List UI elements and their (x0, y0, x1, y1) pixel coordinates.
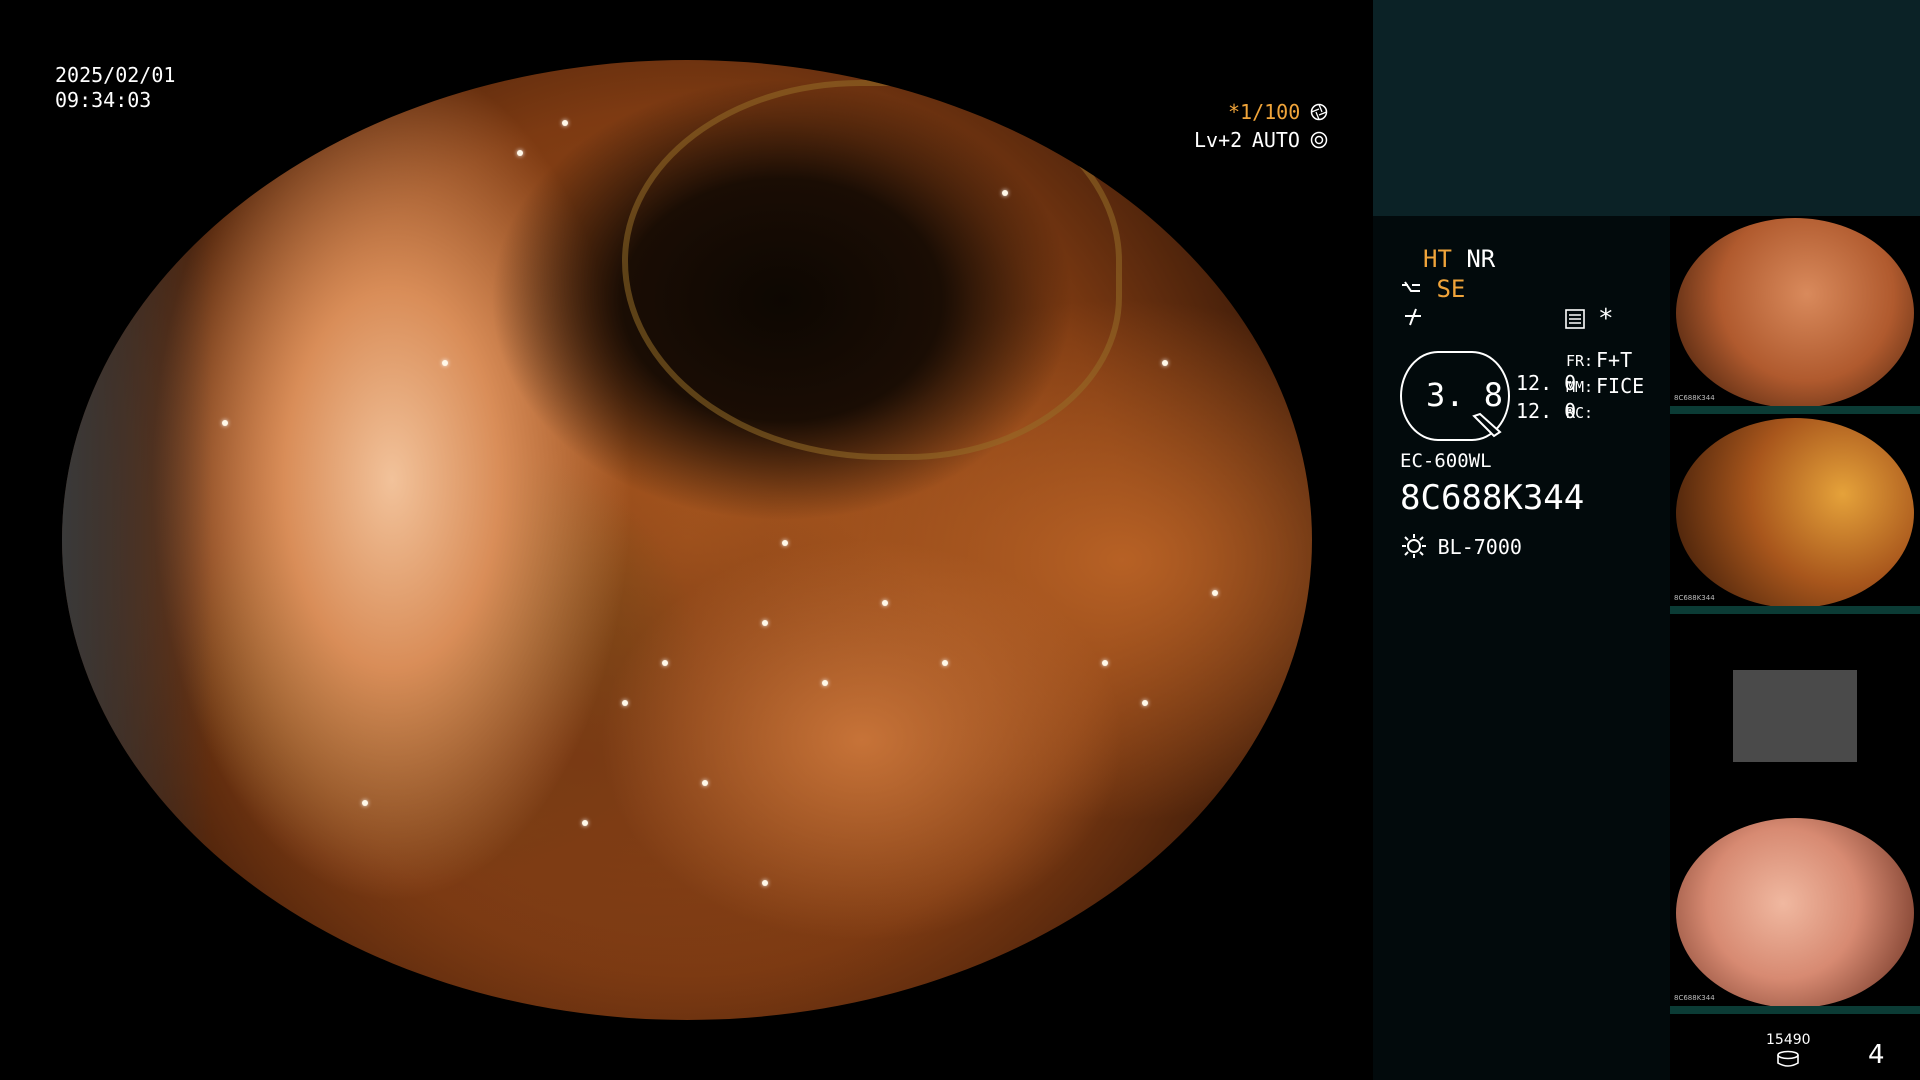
reflection (517, 150, 523, 156)
thumbnail-image (1676, 418, 1914, 606)
date-label: 2025/02/01 (55, 63, 176, 87)
reflection (362, 800, 368, 806)
reflection (1002, 190, 1008, 196)
auto-exposure-icon (1310, 131, 1328, 151)
thumbnail-image (1676, 218, 1914, 406)
reflection (582, 820, 588, 826)
fr-value: F+T (1596, 348, 1633, 372)
captured-thumbnail[interactable]: 8C688K344 (1670, 816, 1920, 1014)
captured-thumbnail[interactable]: 8C688K344 (1670, 416, 1920, 614)
reflection (622, 700, 628, 706)
mm-value: FICE (1596, 374, 1645, 398)
time-label: 09:34:03 (55, 88, 152, 112)
light-source-icon (1400, 534, 1438, 558)
exposure-mode-readout: Lv+2 AUTO (1194, 128, 1328, 152)
scope-serial: 8C688K344 (1400, 478, 1585, 518)
image-index: 4 (1868, 1040, 1885, 1070)
reflection (702, 780, 708, 786)
reflection (762, 620, 768, 626)
reflection (1142, 700, 1148, 706)
reflection (442, 360, 448, 366)
se-indicator: SE (1436, 275, 1466, 303)
thumbnail-serial: 8C688K344 (1674, 394, 1715, 402)
endoscope-live-view (62, 60, 1312, 1020)
aperture-icon (1310, 103, 1328, 123)
zoom-pen-icon (1470, 412, 1506, 448)
reflection (662, 660, 668, 666)
thumbnail-serial: 8C688K344 (1674, 994, 1715, 1002)
settings-panel (1373, 216, 1670, 1080)
ht-indicator: HT (1423, 245, 1452, 273)
light-source-model: BL-7000 (1437, 535, 1522, 559)
reflection (782, 540, 788, 546)
asterisk-indicator: * (1598, 304, 1614, 334)
reflection (882, 600, 888, 606)
empty-thumbnail-placeholder (1733, 670, 1857, 762)
disk-storage-icon (1776, 1050, 1800, 1072)
shutter-readout: *1/100 (1228, 100, 1328, 124)
thumbnail-image (1676, 818, 1914, 1006)
thumbnail-serial: 8C688K344 (1674, 594, 1715, 602)
nr-indicator: NR (1466, 245, 1496, 273)
scope-model: EC-600WL (1400, 450, 1492, 472)
reflection (562, 120, 568, 126)
settings-list-icon (1564, 308, 1586, 334)
storage-count: 15490 (1766, 1032, 1811, 1048)
structure-enhance-icon (1400, 275, 1436, 303)
image-processing-row: HT NR (1423, 245, 1495, 273)
reflection (1162, 360, 1168, 366)
lumen-wall-shadow (62, 60, 212, 1020)
exposure-level: Lv+2 (1194, 128, 1243, 152)
shutter-speed: *1/100 (1228, 100, 1301, 124)
top-info-band (1373, 0, 1920, 216)
reflection (942, 660, 948, 666)
zoom-value: 3. 8 (1426, 376, 1504, 414)
reflection (762, 880, 768, 886)
reflection (1212, 590, 1218, 596)
fr-label: FR: (1566, 352, 1594, 370)
flat-signal-icon (1402, 306, 1424, 332)
reflection (222, 420, 228, 426)
lumen-opening (622, 80, 1122, 460)
structure-enhance-row: SE (1400, 275, 1465, 303)
exposure-mode: AUTO (1251, 128, 1300, 152)
rc-label: RC: (1566, 404, 1594, 422)
light-source-row: BL-7000 (1400, 532, 1522, 560)
reflection (1102, 660, 1108, 666)
captured-thumbnail[interactable]: 8C688K344 (1670, 216, 1920, 414)
mm-label: MM: (1566, 378, 1594, 396)
reflection (822, 680, 828, 686)
